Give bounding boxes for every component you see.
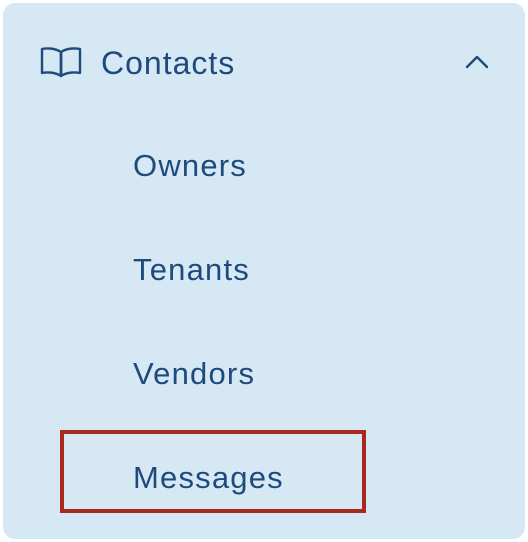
menu-item-owners[interactable]: Owners [3,105,525,209]
menu-item-tenants[interactable]: Tenants [3,209,525,313]
menu-item-label: Vendors [133,356,256,391]
menu-item-vendors[interactable]: Vendors [3,313,525,417]
menu-item-label: Messages [133,460,284,495]
contacts-menu-header[interactable]: Contacts [3,3,525,119]
menu-item-label: Tenants [133,252,250,287]
book-icon [40,47,82,78]
menu-item-label: Owners [133,148,248,183]
menu-item-messages[interactable]: Messages [3,417,525,521]
contacts-menu-panel: Contacts Owners Tenants Vendors Messages [3,3,525,539]
chevron-up-icon[interactable] [464,54,490,70]
contacts-menu-label: Contacts [101,45,236,81]
